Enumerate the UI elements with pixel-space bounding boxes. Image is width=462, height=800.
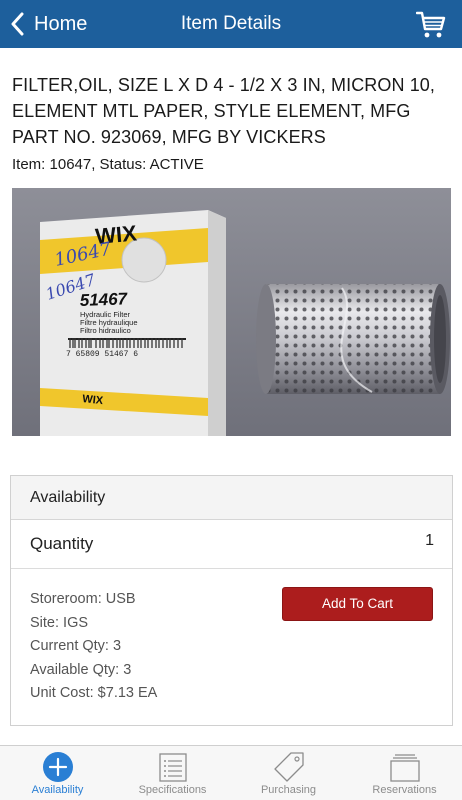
add-to-cart-button[interactable]: Add To Cart	[282, 587, 433, 621]
site-text: Site: IGS	[30, 614, 89, 631]
chevron-left-icon	[11, 12, 24, 36]
svg-text:WIX: WIX	[82, 393, 105, 407]
tab-bar: Availability Specifications Purchasing R…	[0, 745, 462, 800]
metal-filter-cartridge	[256, 284, 450, 394]
plus-circle-icon	[42, 752, 73, 782]
stock-details: Storeroom: USB Site: IGS Current Qty: 3 …	[30, 588, 157, 706]
stacked-trays-icon	[389, 754, 420, 782]
tab-purchasing-label: Purchasing	[260, 784, 317, 796]
shopping-cart-icon	[415, 11, 446, 38]
navigation-bar: Home Item Details	[0, 0, 462, 48]
quantity-label: Quantity	[30, 534, 94, 553]
availability-header: Availability	[11, 476, 452, 520]
barcode-digits: 7 65809 51467 6	[66, 350, 138, 359]
list-icon	[158, 753, 187, 782]
unit-cost-text: Unit Cost: $7.13 EA	[30, 685, 158, 701]
tab-availability[interactable]: Availability	[0, 746, 115, 800]
item-description: FILTER,OIL, SIZE L X D 4 - 1/2 X 3 IN, M…	[12, 75, 436, 147]
available-qty-text: Available Qty: 3	[30, 661, 132, 678]
back-button-label: Home	[34, 12, 88, 35]
tab-purchasing[interactable]: Purchasing	[231, 746, 346, 800]
tab-reservations-label: Reservations	[372, 784, 437, 796]
box-text-line: Filtro hidraulico	[80, 326, 131, 335]
box-part-number: 51467	[79, 289, 128, 310]
cart-button[interactable]	[415, 10, 446, 40]
item-photo: WIX 51467 Hydraulic Filter Filtre hydrau…	[12, 188, 451, 436]
tab-reservations[interactable]: Reservations	[347, 746, 462, 800]
current-qty-text: Current Qty: 3	[30, 638, 122, 654]
storeroom-text: Storeroom: USB	[30, 591, 136, 607]
quantity-value[interactable]: 1	[425, 532, 434, 550]
item-number-status: Item: 10647, Status: ACTIVE	[12, 156, 204, 173]
tab-specifications-label: Specifications	[138, 784, 207, 796]
price-tag-icon	[273, 752, 304, 782]
tab-specifications[interactable]: Specifications	[115, 746, 230, 800]
quantity-row[interactable]: Quantity 1	[11, 520, 452, 569]
availability-card: Availability Quantity 1 Storeroom: USB S…	[10, 475, 453, 726]
back-button[interactable]: Home	[10, 0, 87, 48]
tab-availability-label: Availability	[31, 784, 84, 796]
